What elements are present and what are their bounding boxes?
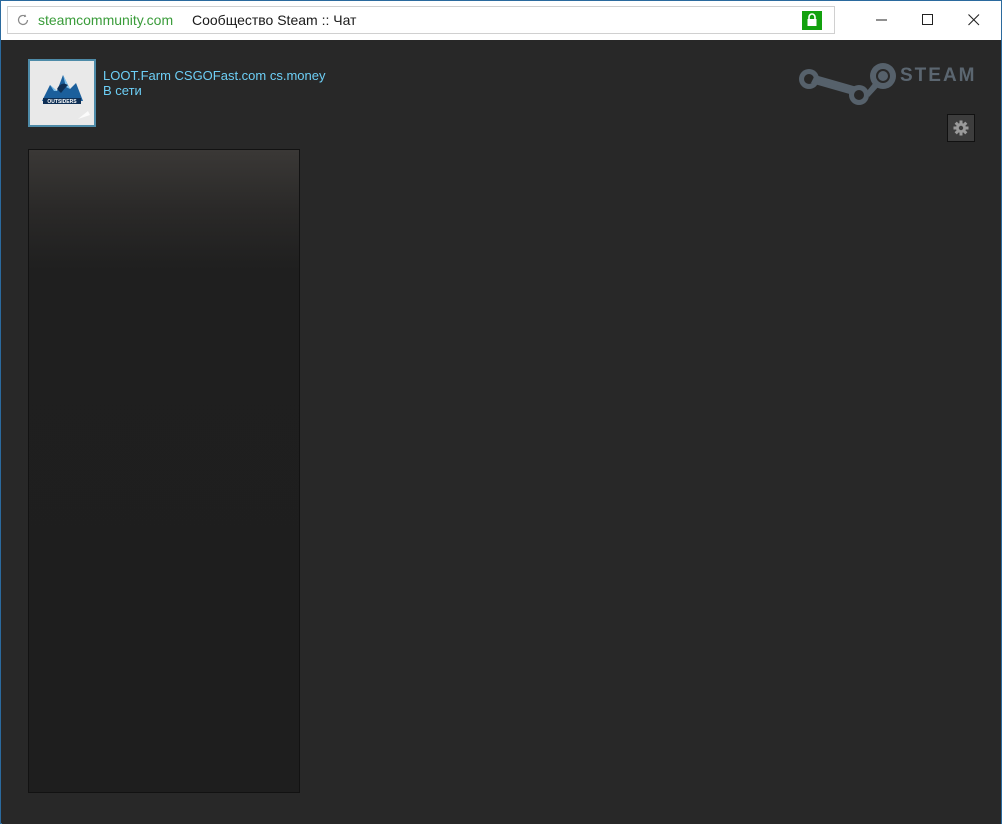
settings-button[interactable] xyxy=(947,114,975,142)
lock-icon[interactable] xyxy=(802,11,822,30)
avatar-image: OUTSIDERS xyxy=(30,61,94,125)
avatar[interactable]: OUTSIDERS xyxy=(28,59,96,127)
reload-icon[interactable] xyxy=(16,13,30,27)
url-text[interactable]: steamcommunity.com xyxy=(38,12,173,28)
address-bar[interactable]: steamcommunity.com Сообщество Steam :: Ч… xyxy=(7,6,835,34)
close-icon xyxy=(968,14,980,26)
gear-icon xyxy=(953,120,969,136)
chat-window: steamcommunity.com Сообщество Steam :: Ч… xyxy=(0,0,1002,824)
steam-wordmark: STEAM xyxy=(900,65,977,86)
user-status[interactable]: В сети xyxy=(103,83,142,98)
minimize-icon xyxy=(876,19,887,21)
maximize-button[interactable] xyxy=(905,1,951,39)
avatar-text: OUTSIDERS xyxy=(47,99,77,105)
minimize-button[interactable] xyxy=(859,1,905,39)
maximize-icon xyxy=(922,14,933,25)
close-button[interactable] xyxy=(951,1,997,39)
page-title: Сообщество Steam :: Чат xyxy=(192,12,357,28)
friends-list-panel[interactable] xyxy=(28,149,300,793)
title-bar: steamcommunity.com Сообщество Steam :: Ч… xyxy=(1,1,1001,40)
chat-content: OUTSIDERS LOOT.Farm CSGOFast.com cs.mone… xyxy=(2,41,1001,824)
user-name[interactable]: LOOT.Farm CSGOFast.com cs.money xyxy=(103,68,326,83)
